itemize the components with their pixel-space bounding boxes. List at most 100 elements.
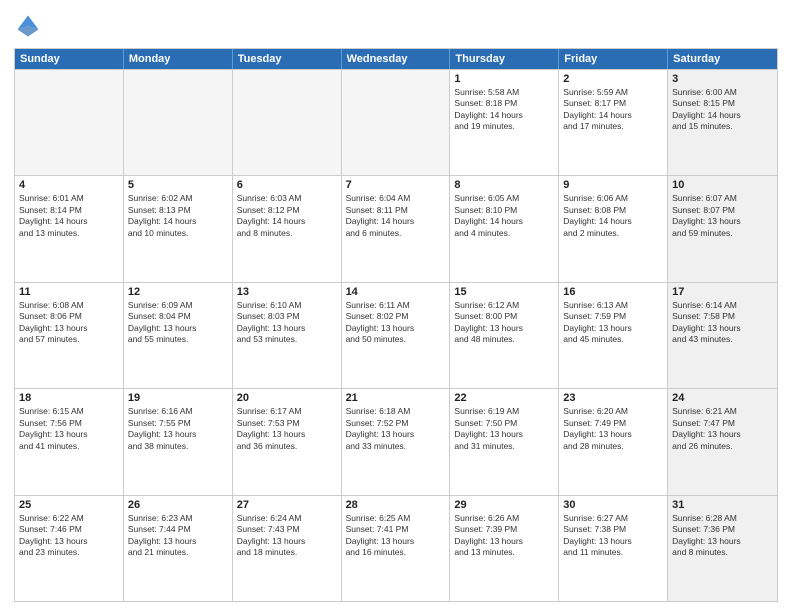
cell-info: Daylight: 13 hours bbox=[237, 536, 337, 547]
calendar-cell: 26Sunrise: 6:23 AMSunset: 7:44 PMDayligh… bbox=[124, 496, 233, 601]
calendar-body: 1Sunrise: 5:58 AMSunset: 8:18 PMDaylight… bbox=[15, 69, 777, 601]
cell-info: Daylight: 14 hours bbox=[128, 216, 228, 227]
cell-info: Daylight: 13 hours bbox=[454, 536, 554, 547]
cell-info: Daylight: 14 hours bbox=[237, 216, 337, 227]
cell-info: and 36 minutes. bbox=[237, 441, 337, 452]
cell-info: Sunrise: 6:10 AM bbox=[237, 300, 337, 311]
cell-info: and 8 minutes. bbox=[237, 228, 337, 239]
cell-info: Sunrise: 6:16 AM bbox=[128, 406, 228, 417]
cell-info: and 16 minutes. bbox=[346, 547, 446, 558]
cell-info: Sunrise: 6:06 AM bbox=[563, 193, 663, 204]
cell-info: Sunset: 7:47 PM bbox=[672, 418, 773, 429]
cell-info: Daylight: 14 hours bbox=[19, 216, 119, 227]
cell-info: Sunset: 7:56 PM bbox=[19, 418, 119, 429]
cell-info: Daylight: 13 hours bbox=[19, 536, 119, 547]
cell-info: and 50 minutes. bbox=[346, 334, 446, 345]
calendar-cell: 25Sunrise: 6:22 AMSunset: 7:46 PMDayligh… bbox=[15, 496, 124, 601]
cell-info: Daylight: 13 hours bbox=[672, 216, 773, 227]
cell-info: and 55 minutes. bbox=[128, 334, 228, 345]
calendar-cell: 24Sunrise: 6:21 AMSunset: 7:47 PMDayligh… bbox=[668, 389, 777, 494]
cell-info: Sunset: 8:00 PM bbox=[454, 311, 554, 322]
cell-info: Sunset: 7:38 PM bbox=[563, 524, 663, 535]
cell-info: and 59 minutes. bbox=[672, 228, 773, 239]
weekday-header: Tuesday bbox=[233, 49, 342, 69]
calendar-cell: 13Sunrise: 6:10 AMSunset: 8:03 PMDayligh… bbox=[233, 283, 342, 388]
cell-info: and 17 minutes. bbox=[563, 121, 663, 132]
day-number: 23 bbox=[563, 392, 663, 404]
cell-info: and 45 minutes. bbox=[563, 334, 663, 345]
cell-info: Sunrise: 6:20 AM bbox=[563, 406, 663, 417]
cell-info: Sunset: 7:52 PM bbox=[346, 418, 446, 429]
cell-info: Sunrise: 6:08 AM bbox=[19, 300, 119, 311]
cell-info: and 31 minutes. bbox=[454, 441, 554, 452]
cell-info: Sunrise: 6:19 AM bbox=[454, 406, 554, 417]
logo-icon bbox=[14, 12, 42, 40]
cell-info: Sunset: 7:41 PM bbox=[346, 524, 446, 535]
cell-info: Sunrise: 6:05 AM bbox=[454, 193, 554, 204]
cell-info: Sunset: 8:08 PM bbox=[563, 205, 663, 216]
cell-info: Daylight: 13 hours bbox=[672, 323, 773, 334]
calendar-cell: 4Sunrise: 6:01 AMSunset: 8:14 PMDaylight… bbox=[15, 176, 124, 281]
calendar-cell: 16Sunrise: 6:13 AMSunset: 7:59 PMDayligh… bbox=[559, 283, 668, 388]
cell-info: Sunset: 7:44 PM bbox=[128, 524, 228, 535]
calendar-cell: 1Sunrise: 5:58 AMSunset: 8:18 PMDaylight… bbox=[450, 70, 559, 175]
day-number: 8 bbox=[454, 179, 554, 191]
cell-info: Daylight: 13 hours bbox=[563, 536, 663, 547]
cell-info: Sunrise: 6:28 AM bbox=[672, 513, 773, 524]
day-number: 28 bbox=[346, 499, 446, 511]
day-number: 3 bbox=[672, 73, 773, 85]
day-number: 24 bbox=[672, 392, 773, 404]
cell-info: Daylight: 13 hours bbox=[19, 429, 119, 440]
day-number: 17 bbox=[672, 286, 773, 298]
cell-info: and 28 minutes. bbox=[563, 441, 663, 452]
day-number: 10 bbox=[672, 179, 773, 191]
cell-info: Daylight: 13 hours bbox=[454, 429, 554, 440]
header bbox=[14, 12, 778, 40]
cell-info: Daylight: 13 hours bbox=[128, 323, 228, 334]
calendar-cell: 7Sunrise: 6:04 AMSunset: 8:11 PMDaylight… bbox=[342, 176, 451, 281]
cell-info: Sunrise: 6:04 AM bbox=[346, 193, 446, 204]
calendar-row: 4Sunrise: 6:01 AMSunset: 8:14 PMDaylight… bbox=[15, 175, 777, 281]
cell-info: and 18 minutes. bbox=[237, 547, 337, 558]
cell-info: Sunrise: 6:18 AM bbox=[346, 406, 446, 417]
cell-info: Sunset: 8:11 PM bbox=[346, 205, 446, 216]
weekday-header: Friday bbox=[559, 49, 668, 69]
cell-info: Sunrise: 5:59 AM bbox=[563, 87, 663, 98]
cell-info: Sunrise: 6:21 AM bbox=[672, 406, 773, 417]
calendar-cell: 27Sunrise: 6:24 AMSunset: 7:43 PMDayligh… bbox=[233, 496, 342, 601]
cell-info: and 48 minutes. bbox=[454, 334, 554, 345]
calendar-cell: 30Sunrise: 6:27 AMSunset: 7:38 PMDayligh… bbox=[559, 496, 668, 601]
cell-info: Daylight: 13 hours bbox=[128, 429, 228, 440]
day-number: 13 bbox=[237, 286, 337, 298]
day-number: 30 bbox=[563, 499, 663, 511]
cell-info: Daylight: 14 hours bbox=[672, 110, 773, 121]
cell-info: Sunset: 7:58 PM bbox=[672, 311, 773, 322]
cell-info: and 33 minutes. bbox=[346, 441, 446, 452]
cell-info: Sunrise: 6:02 AM bbox=[128, 193, 228, 204]
cell-info: Sunrise: 6:23 AM bbox=[128, 513, 228, 524]
cell-info: Daylight: 13 hours bbox=[563, 323, 663, 334]
day-number: 26 bbox=[128, 499, 228, 511]
calendar-cell: 18Sunrise: 6:15 AMSunset: 7:56 PMDayligh… bbox=[15, 389, 124, 494]
cell-info: Sunset: 7:53 PM bbox=[237, 418, 337, 429]
calendar-cell: 20Sunrise: 6:17 AMSunset: 7:53 PMDayligh… bbox=[233, 389, 342, 494]
day-number: 31 bbox=[672, 499, 773, 511]
day-number: 2 bbox=[563, 73, 663, 85]
cell-info: Sunset: 8:12 PM bbox=[237, 205, 337, 216]
cell-info: and 41 minutes. bbox=[19, 441, 119, 452]
day-number: 29 bbox=[454, 499, 554, 511]
cell-info: Sunrise: 6:25 AM bbox=[346, 513, 446, 524]
calendar-cell: 31Sunrise: 6:28 AMSunset: 7:36 PMDayligh… bbox=[668, 496, 777, 601]
cell-info: Sunset: 7:46 PM bbox=[19, 524, 119, 535]
cell-info: and 57 minutes. bbox=[19, 334, 119, 345]
cell-info: Daylight: 14 hours bbox=[563, 110, 663, 121]
day-number: 9 bbox=[563, 179, 663, 191]
calendar-row: 1Sunrise: 5:58 AMSunset: 8:18 PMDaylight… bbox=[15, 69, 777, 175]
day-number: 4 bbox=[19, 179, 119, 191]
cell-info: Sunset: 7:36 PM bbox=[672, 524, 773, 535]
logo bbox=[14, 12, 46, 40]
calendar-cell bbox=[233, 70, 342, 175]
cell-info: Daylight: 13 hours bbox=[563, 429, 663, 440]
cell-info: Sunrise: 6:17 AM bbox=[237, 406, 337, 417]
calendar-cell: 29Sunrise: 6:26 AMSunset: 7:39 PMDayligh… bbox=[450, 496, 559, 601]
